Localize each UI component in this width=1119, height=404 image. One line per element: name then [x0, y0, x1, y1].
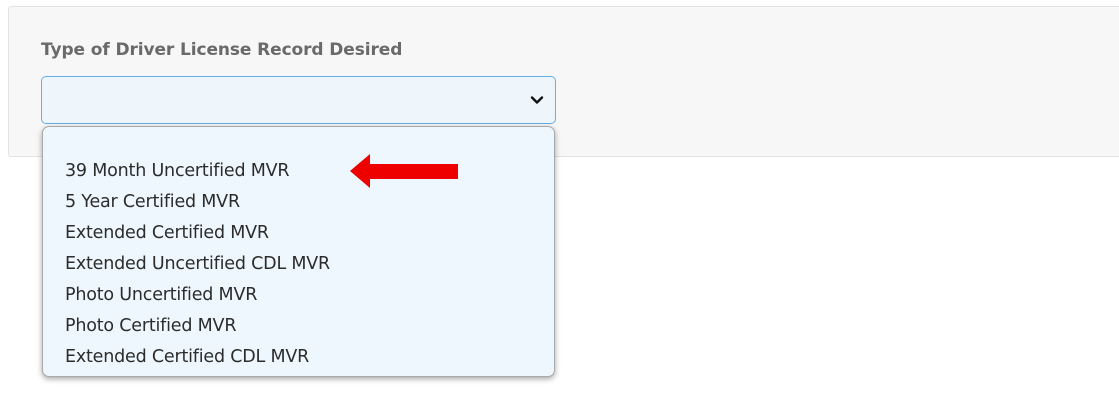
option-extended-uncertified-cdl-mvr[interactable]: Extended Uncertified CDL MVR — [43, 249, 554, 280]
option-extended-certified-mvr[interactable]: Extended Certified MVR — [43, 218, 554, 249]
field-label: Type of Driver License Record Desired — [41, 40, 403, 60]
select-dropdown-list: 39 Month Uncertified MVR 5 Year Certifie… — [42, 126, 555, 377]
option-5-year-certified-mvr[interactable]: 5 Year Certified MVR — [43, 187, 554, 218]
option-photo-certified-mvr[interactable]: Photo Certified MVR — [43, 311, 554, 342]
red-arrow-left-icon — [350, 154, 458, 188]
chevron-down-icon — [530, 96, 544, 104]
record-type-select[interactable] — [41, 76, 556, 124]
option-extended-certified-cdl-mvr[interactable]: Extended Certified CDL MVR — [43, 342, 554, 373]
option-39-month-uncertified-mvr[interactable]: 39 Month Uncertified MVR — [43, 156, 554, 187]
option-photo-uncertified-mvr[interactable]: Photo Uncertified MVR — [43, 280, 554, 311]
option-list: 39 Month Uncertified MVR 5 Year Certifie… — [43, 156, 554, 373]
